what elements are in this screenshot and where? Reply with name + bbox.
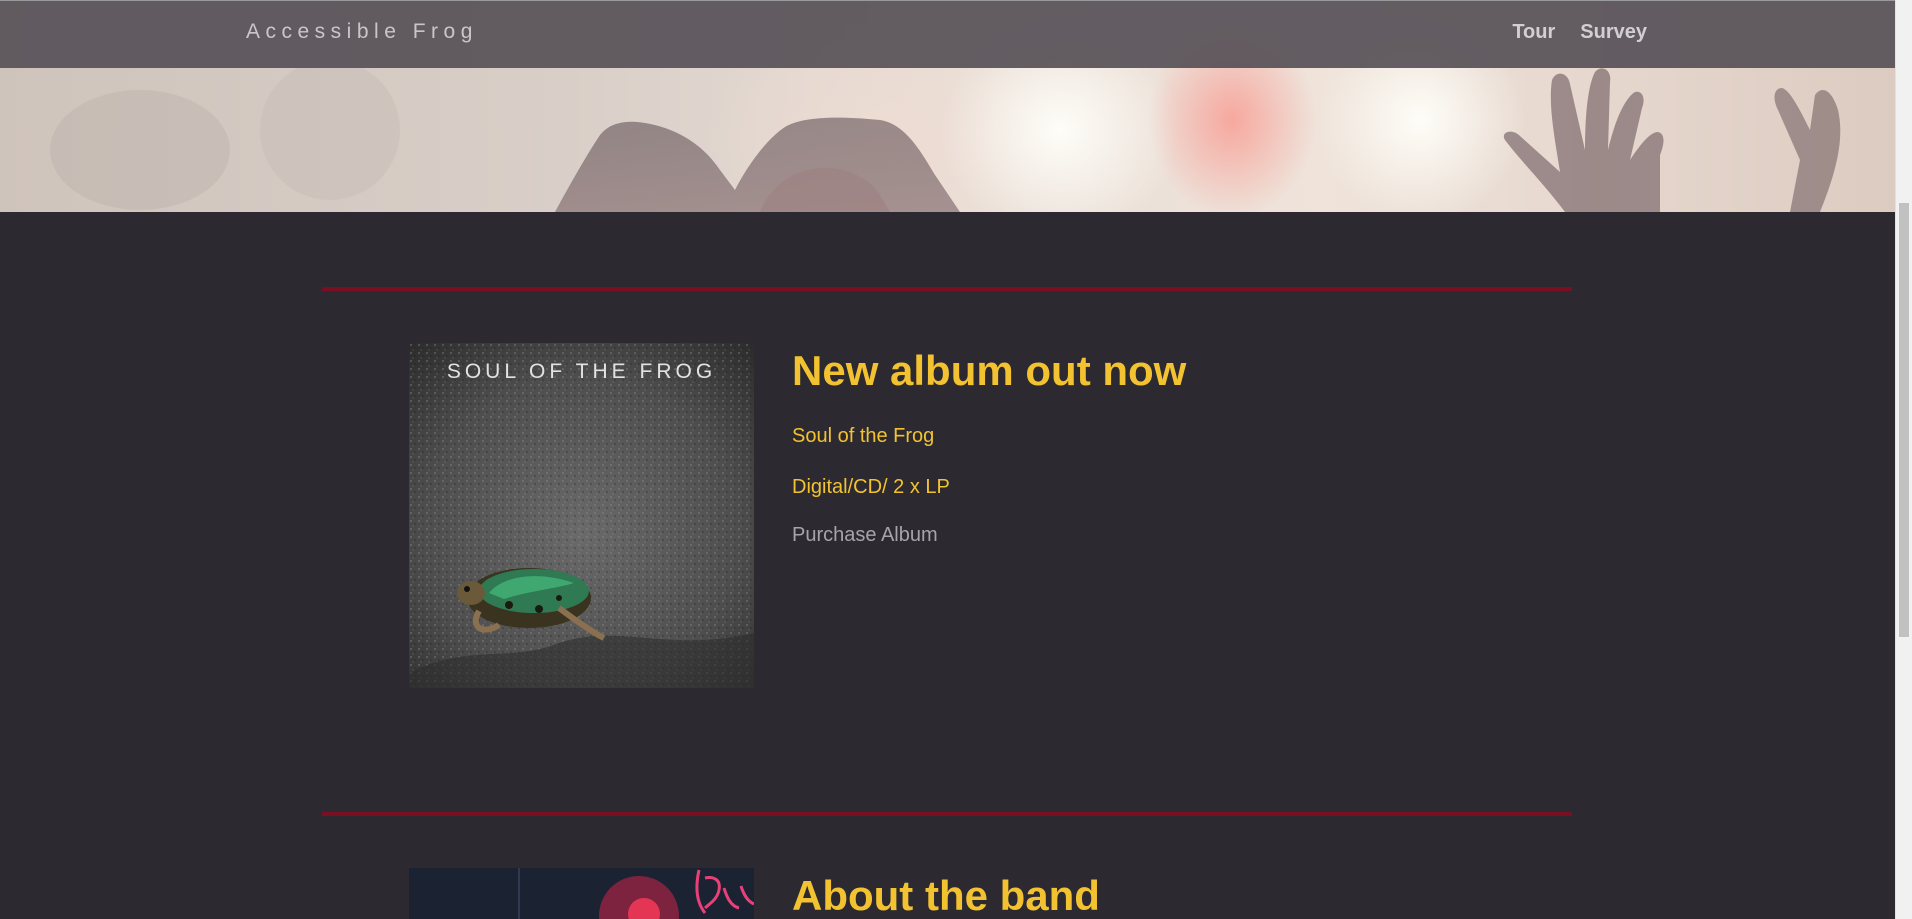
vertical-scrollbar[interactable] <box>1895 0 1912 919</box>
album-section-heading: New album out now <box>792 347 1187 394</box>
band-section-heading: About the band <box>792 872 1100 919</box>
band-image <box>409 868 754 919</box>
album-formats: Digital/CD/ 2 x LP <box>792 476 950 498</box>
album-cover-image: SOUL OF THE FROG <box>409 343 754 688</box>
top-navbar: Accessible Frog Tour Survey <box>0 0 1895 68</box>
site-brand[interactable]: Accessible Frog <box>246 20 478 44</box>
purchase-album-link[interactable]: Purchase Album <box>792 524 938 547</box>
album-cover-title: SOUL OF THE FROG <box>446 360 717 383</box>
page: Accessible Frog Tour Survey SOUL OF THE … <box>0 0 1912 919</box>
band-image-art <box>409 868 754 919</box>
nav-link-tour[interactable]: Tour <box>1512 21 1555 44</box>
nav-links: Tour Survey <box>1512 21 1647 44</box>
section-divider <box>322 812 1572 816</box>
section-divider <box>322 287 1572 291</box>
nav-link-survey[interactable]: Survey <box>1580 21 1647 44</box>
scrollbar-thumb[interactable] <box>1899 203 1909 637</box>
album-cover-art <box>409 343 754 688</box>
album-title: Soul of the Frog <box>792 425 935 447</box>
